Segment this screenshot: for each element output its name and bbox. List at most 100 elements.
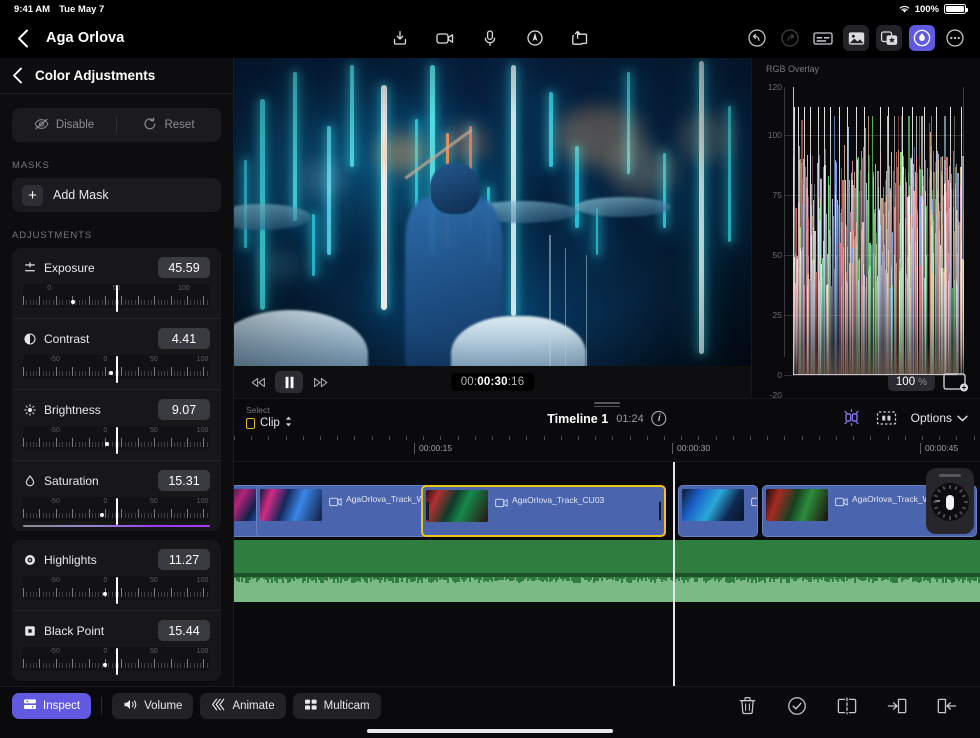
contrast-icon — [23, 332, 36, 345]
contrast-slider[interactable]: -50050100 — [23, 355, 210, 385]
inspector-title: Color Adjustments — [35, 68, 155, 83]
timeline-clip[interactable]: AgaOrlova_Track_CU03 — [421, 485, 666, 537]
adjustment-exposure[interactable]: Exposure 45.59 050100 — [12, 248, 221, 318]
video-clip-icon — [835, 494, 848, 504]
disable-button[interactable]: Disable — [12, 108, 116, 142]
timeline-tracks[interactable]: Ag...AgaOrlova_Track_Wid...AgaOrlova_Tra… — [234, 462, 980, 686]
video-camera-icon[interactable] — [432, 25, 458, 51]
redo-icon[interactable] — [777, 25, 803, 51]
adjustment-label: Black Point — [44, 624, 150, 638]
saturation-icon — [23, 474, 36, 487]
ruler-tick — [819, 436, 820, 440]
clip-thumbnail — [260, 489, 322, 521]
clip-thumbnail — [682, 489, 744, 521]
import-icon[interactable] — [387, 25, 413, 51]
magic-wand-icon[interactable] — [522, 25, 548, 51]
adjustment-saturation[interactable]: Saturation 15.31 -50050100 — [12, 460, 221, 531]
adjustment-brightness[interactable]: Brightness 9.07 -50050100 — [12, 389, 221, 460]
add-mask-button[interactable]: + Add Mask — [12, 178, 221, 212]
adjustment-highlights[interactable]: Highlights 11.27 -50050100 — [12, 540, 221, 610]
selection-mode-control[interactable]: Select Clip — [246, 405, 292, 430]
fast-forward-icon[interactable] — [306, 371, 334, 393]
status-date: Tue May 7 — [59, 4, 104, 15]
highlights-icon — [23, 553, 36, 566]
status-bar: 9:41 AM Tue May 7 100% — [0, 0, 980, 18]
scope-view-icon[interactable] — [943, 372, 969, 392]
microphone-icon[interactable] — [477, 25, 503, 51]
brightness-slider[interactable]: -50050100 — [23, 426, 210, 456]
black-point-slider[interactable]: -50050100 — [23, 647, 210, 677]
ruler-tick — [320, 436, 321, 440]
adjustment-value[interactable]: 4.41 — [158, 328, 210, 349]
adjustment-black-point[interactable]: Black Point 15.44 -50050100 — [12, 610, 221, 681]
inspect-button[interactable]: Inspect — [12, 693, 91, 719]
battery-percent: 100% — [915, 4, 939, 15]
trim-end-icon[interactable] — [936, 695, 958, 717]
animate-button[interactable]: Animate — [200, 693, 285, 719]
rgb-overlay-scope: RGB Overlay 1201007550250-20 100 % — [751, 58, 980, 398]
options-button[interactable]: Options — [911, 411, 968, 425]
highlights-slider[interactable]: -50050100 — [23, 576, 210, 606]
undo-icon[interactable] — [744, 25, 770, 51]
video-editor-app: 9:41 AM Tue May 7 100% Aga Orlova — [0, 0, 980, 738]
panel-resize-grabber[interactable] — [594, 402, 620, 409]
preview-frame-image — [234, 58, 751, 398]
volume-button[interactable]: Volume — [112, 693, 193, 719]
video-clip-lane[interactable]: Ag...AgaOrlova_Track_Wid...AgaOrlova_Tra… — [234, 485, 980, 537]
more-options-icon[interactable] — [942, 25, 968, 51]
clip-name: AgaOrlova_Track_CU03 — [512, 495, 604, 505]
playhead[interactable] — [673, 462, 675, 686]
delete-icon[interactable] — [736, 695, 758, 717]
effects-icon[interactable] — [876, 25, 902, 51]
approve-check-icon[interactable] — [786, 695, 808, 717]
current-timecode[interactable]: 00:00:30:16 — [451, 373, 535, 391]
inspector-scroll-area[interactable]: Disable Reset MASKS + Add Mask ADJUSTM — [0, 94, 233, 686]
multicam-button[interactable]: Multicam — [293, 693, 381, 719]
adjustments-section-label: ADJUSTMENTS — [12, 230, 221, 241]
trim-start-icon[interactable] — [886, 695, 908, 717]
ruler-tick — [681, 436, 682, 440]
back-to-projects-button[interactable] — [12, 27, 34, 49]
split-clip-icon[interactable] — [836, 695, 858, 717]
ruler-tick — [372, 436, 373, 440]
clip-trim-handle-left[interactable] — [426, 502, 429, 521]
ruler-tick — [389, 436, 390, 440]
scope-plot[interactable]: 1201007550250-20 — [752, 77, 972, 366]
captions-icon[interactable] — [810, 25, 836, 51]
adjustment-value[interactable]: 15.44 — [158, 620, 210, 641]
ruler-tick — [939, 436, 940, 440]
adjustment-value[interactable]: 15.31 — [158, 470, 210, 491]
adjustment-value[interactable]: 45.59 — [158, 257, 210, 278]
adjustment-contrast[interactable]: Contrast 4.41 -50050100 — [12, 318, 221, 389]
zoom-unit: % — [918, 377, 927, 388]
storyboard-icon[interactable] — [876, 408, 897, 427]
options-label: Options — [911, 411, 952, 425]
jog-wheel-icon[interactable] — [926, 468, 974, 534]
pause-icon[interactable] — [275, 371, 303, 393]
reset-button[interactable]: Reset — [117, 108, 221, 142]
ruler-label: 00:00:30 — [672, 443, 710, 454]
timeline-clip[interactable]: A... — [678, 485, 758, 537]
color-inspector-icon[interactable] — [909, 25, 935, 51]
clip-trim-handle-right[interactable] — [659, 502, 662, 521]
ruler-tick — [905, 436, 906, 440]
ruler-tick — [784, 436, 785, 440]
adjustment-value[interactable]: 9.07 — [158, 399, 210, 420]
video-preview[interactable]: 00:00:30:16 — [234, 58, 751, 398]
ruler-tick — [870, 436, 871, 440]
audio-track-lane[interactable] — [234, 540, 980, 602]
timeline-clip[interactable]: AgaOrlova_Track_Wid... — [256, 485, 436, 537]
ruler-tick — [475, 436, 476, 440]
audio-waveform — [234, 577, 980, 602]
media-library-icon[interactable] — [843, 25, 869, 51]
adjustment-value[interactable]: 11.27 — [158, 549, 210, 570]
rewind-icon[interactable] — [244, 371, 272, 393]
ruler-tick — [286, 436, 287, 440]
saturation-slider[interactable]: -50050100 — [23, 497, 210, 527]
info-icon[interactable]: i — [652, 411, 667, 426]
share-export-icon[interactable] — [567, 25, 593, 51]
snap-magnetic-icon[interactable] — [841, 407, 862, 428]
inspector-back-button[interactable] — [12, 67, 23, 84]
timeline-ruler[interactable]: 00:00:1500:00:3000:00:45 — [234, 436, 980, 462]
exposure-slider[interactable]: 050100 — [23, 284, 210, 314]
